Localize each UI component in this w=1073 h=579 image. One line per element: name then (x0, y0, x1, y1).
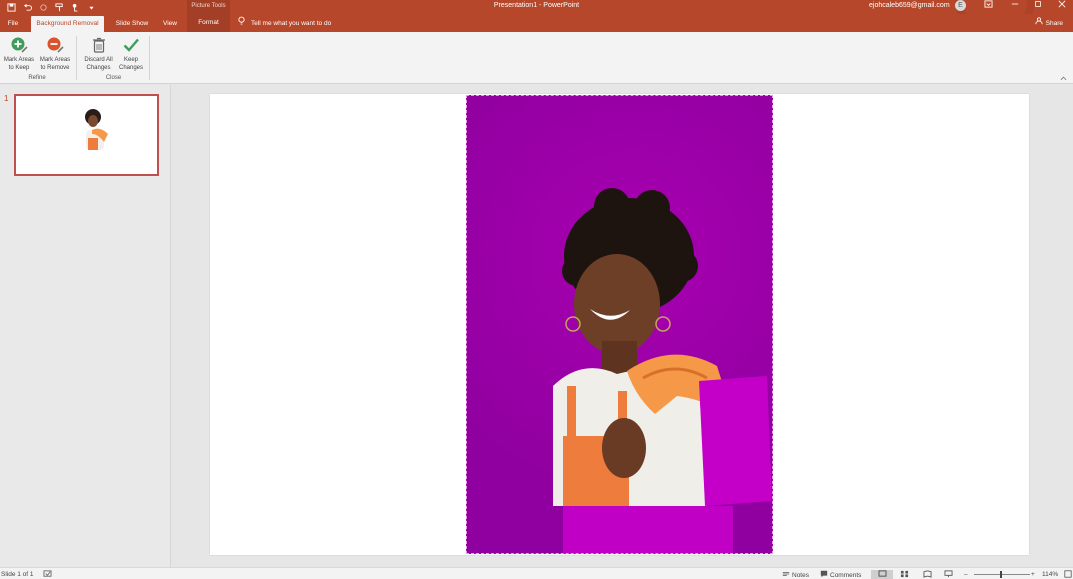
comments-label: Comments (830, 572, 862, 579)
slide-show-view-icon[interactable] (944, 570, 953, 579)
mark-keep-label-line1: Mark Areas (3, 57, 35, 63)
trash-icon (92, 37, 105, 53)
selected-picture-background-removal[interactable] (466, 95, 773, 554)
normal-view-icon[interactable] (871, 570, 893, 579)
slide-sorter-icon[interactable] (900, 570, 909, 579)
ribbon: Mark Areas to Keep Mark Areas to Remove … (0, 32, 1073, 84)
minus-pencil-icon (47, 37, 64, 53)
zoom-slider-thumb[interactable] (1000, 571, 1002, 578)
minimize-icon[interactable] (1005, 0, 1025, 12)
person-icon (1035, 16, 1043, 32)
slide[interactable] (210, 94, 1029, 555)
close-icon[interactable] (1052, 0, 1072, 12)
account-email[interactable]: ejohcaleb659@gmail.com (869, 1, 950, 11)
group-close-label: Close (105, 75, 122, 81)
slide-thumbnail[interactable] (14, 94, 159, 176)
comment-icon (820, 570, 828, 579)
checkmark-icon (123, 38, 139, 52)
slide-editing-area (172, 85, 1073, 567)
keep-changes-button[interactable]: Keep Changes (116, 36, 146, 72)
powerpoint-window: Picture Tools Presentation1 - PowerPoint… (0, 0, 1073, 579)
reading-view-icon[interactable] (923, 570, 932, 579)
person-photo (553, 188, 772, 553)
tab-format[interactable]: Format (187, 14, 230, 32)
tab-file[interactable]: File (4, 16, 22, 32)
notes-icon (782, 570, 790, 579)
discard-label-line1: Discard All (84, 57, 113, 63)
comments-button[interactable]: Comments (820, 570, 861, 579)
notes-label: Notes (792, 572, 809, 579)
mark-keep-label-line2: to Keep (8, 65, 30, 71)
keep-changes-label-line1: Keep (123, 57, 138, 63)
zoom-slider[interactable] (974, 574, 1030, 575)
group-refine-label: Refine (28, 75, 46, 81)
fit-slide-icon[interactable] (1064, 570, 1072, 579)
notes-button[interactable]: Notes (782, 570, 809, 579)
discard-all-changes-button[interactable]: Discard All Changes (81, 36, 116, 72)
thumbnail-photo (85, 109, 108, 150)
share-button[interactable]: Share (1035, 16, 1063, 32)
keep-changes-label-line2: Changes (118, 65, 144, 71)
mark-remove-label-line1: Mark Areas (39, 57, 71, 63)
slide-number: 1 (4, 94, 9, 103)
collapse-ribbon-icon[interactable] (1060, 76, 1067, 83)
mark-areas-to-keep-button[interactable]: Mark Areas to Keep (1, 36, 37, 72)
status-bar: Slide 1 of 1 Notes Comments – + 114% (0, 567, 1073, 579)
group-separator (76, 36, 77, 80)
zoom-level[interactable]: 114% (1042, 570, 1058, 579)
ribbon-display-options-icon[interactable] (978, 0, 998, 12)
plus-pencil-icon (11, 37, 28, 53)
ribbon-tab-bar: File Background Removal Slide Show View … (0, 14, 1073, 32)
lightbulb-icon (238, 16, 245, 32)
title-bar: Picture Tools Presentation1 - PowerPoint… (0, 0, 1073, 40)
avatar[interactable]: E (955, 0, 966, 11)
group-separator (149, 36, 150, 80)
tab-view[interactable]: View (159, 16, 181, 32)
mark-areas-to-remove-button[interactable]: Mark Areas to Remove (37, 36, 73, 72)
slide-thumbnail-pane: 1 (0, 85, 171, 567)
restore-icon[interactable] (1028, 0, 1048, 12)
zoom-in-icon[interactable]: + (1031, 570, 1035, 579)
tab-background-removal[interactable]: Background Removal (31, 16, 104, 32)
spell-check-icon[interactable] (43, 570, 52, 579)
tell-me-text: Tell me what you want to do (251, 20, 332, 27)
share-label: Share (1045, 20, 1063, 27)
discard-label-line2: Changes (86, 65, 111, 71)
mark-remove-label-line2: to Remove (40, 65, 70, 71)
tell-me-box[interactable]: Tell me what you want to do (238, 16, 331, 32)
tab-slide-show[interactable]: Slide Show (112, 16, 152, 32)
slide-count: Slide 1 of 1 (1, 571, 34, 578)
zoom-out-icon[interactable]: – (964, 570, 968, 579)
